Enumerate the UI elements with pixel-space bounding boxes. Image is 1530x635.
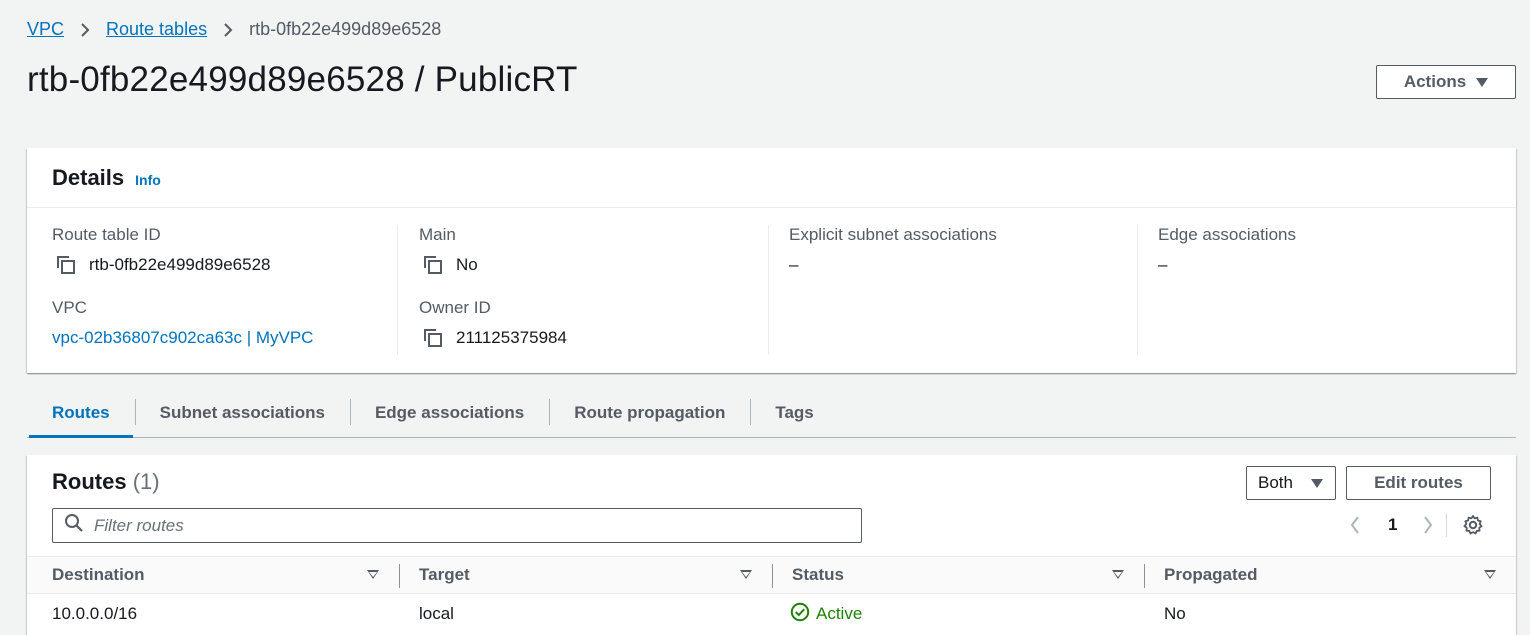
details-columns: Route table ID rtb-0fb22e499d89e6528 VPC…	[27, 208, 1516, 355]
tab-subnet-associations[interactable]: Subnet associations	[134, 392, 350, 436]
tab-route-propagation[interactable]: Route propagation	[549, 392, 750, 436]
pagination-divider	[1446, 513, 1448, 537]
column-target-label: Target	[419, 565, 470, 584]
main-value-text: No	[456, 255, 478, 274]
column-header-target[interactable]: Target	[399, 557, 772, 593]
page-title: rtb-0fb22e499d89e6528 / PublicRT	[27, 60, 578, 99]
route-type-select[interactable]: Both	[1246, 466, 1336, 500]
search-icon	[64, 513, 84, 538]
owner-id-value: 211125375984	[419, 326, 768, 350]
sort-icon	[1112, 570, 1124, 579]
routes-title: Routes (1)	[52, 469, 160, 495]
chevron-left-icon[interactable]	[1347, 513, 1363, 537]
routes-count: (1)	[132, 469, 160, 494]
edge-associations-value: –	[1158, 255, 1168, 274]
details-column-4: Edge associations –	[1137, 225, 1507, 355]
actions-button[interactable]: Actions	[1376, 65, 1516, 99]
details-column-3: Explicit subnet associations –	[768, 225, 1137, 355]
sort-icon	[1484, 570, 1496, 579]
owner-id-text: 211125375984	[456, 328, 567, 347]
caret-down-icon	[1476, 77, 1489, 87]
status-success-icon	[790, 602, 810, 627]
tab-routes[interactable]: Routes	[27, 392, 135, 438]
route-type-select-value: Both	[1258, 473, 1293, 492]
cell-destination: 10.0.0.0/16	[52, 604, 138, 623]
route-table-id-label: Route table ID	[52, 225, 161, 244]
routes-panel: Routes (1) Both Edit routes 1 D	[27, 455, 1516, 635]
vpc-label: VPC	[52, 298, 87, 317]
route-table-id-value: rtb-0fb22e499d89e6528	[52, 253, 397, 277]
copy-icon[interactable]	[422, 327, 444, 349]
tabs: Routes Subnet associations Edge associat…	[27, 392, 1516, 438]
explicit-subnet-value: –	[789, 255, 799, 274]
page-number[interactable]: 1	[1388, 515, 1397, 535]
copy-icon[interactable]	[422, 254, 444, 276]
info-link[interactable]: Info	[135, 172, 161, 188]
column-status-label: Status	[792, 565, 844, 584]
breadcrumb-vpc-link[interactable]: VPC	[27, 19, 64, 40]
sort-icon	[367, 570, 379, 579]
details-header: Details Info	[27, 148, 1516, 208]
tab-tags[interactable]: Tags	[750, 392, 838, 436]
breadcrumb-route-tables-link[interactable]: Route tables	[106, 19, 207, 40]
copy-icon[interactable]	[55, 254, 77, 276]
filter-routes-input[interactable]	[94, 515, 794, 536]
cell-status: Active	[772, 602, 1144, 627]
details-panel: Details Info Route table ID rtb-0fb22e49…	[27, 148, 1516, 373]
cell-propagated: No	[1164, 604, 1186, 623]
column-header-propagated[interactable]: Propagated	[1144, 557, 1516, 593]
chevron-right-icon	[223, 22, 233, 37]
routes-table-header: Destination Target Status Propagated	[27, 556, 1516, 594]
column-propagated-label: Propagated	[1164, 565, 1258, 584]
status-text: Active	[816, 604, 863, 623]
sort-icon	[740, 570, 752, 579]
breadcrumb: VPC Route tables rtb-0fb22e499d89e6528	[27, 19, 441, 40]
route-table-id-text: rtb-0fb22e499d89e6528	[89, 255, 271, 274]
owner-id-label: Owner ID	[419, 298, 491, 317]
chevron-right-icon	[80, 22, 90, 37]
edit-routes-label: Edit routes	[1374, 473, 1463, 492]
details-column-1: Route table ID rtb-0fb22e499d89e6528 VPC…	[27, 225, 397, 355]
table-row: 10.0.0.0/16 local Active No	[27, 594, 1516, 634]
settings-gear-icon[interactable]	[1462, 514, 1484, 536]
details-title: Details	[52, 164, 125, 190]
column-header-status[interactable]: Status	[772, 557, 1144, 593]
routes-title-text: Routes	[52, 469, 127, 494]
main-label: Main	[419, 225, 456, 244]
caret-down-icon	[1310, 478, 1323, 488]
main-value: No	[419, 253, 768, 277]
filter-routes-field[interactable]	[52, 508, 862, 543]
edge-associations-label: Edge associations	[1158, 225, 1296, 244]
pagination: 1	[1347, 513, 1484, 537]
vpc-link[interactable]: vpc-02b36807c902ca63c | MyVPC	[52, 326, 397, 350]
edit-routes-button[interactable]: Edit routes	[1346, 466, 1491, 500]
actions-button-label: Actions	[1403, 72, 1467, 91]
details-column-2: Main No Owner ID 211125375984	[397, 225, 768, 355]
column-header-destination[interactable]: Destination	[27, 557, 399, 593]
breadcrumb-current: rtb-0fb22e499d89e6528	[249, 19, 442, 39]
column-destination-label: Destination	[52, 565, 145, 584]
chevron-right-icon[interactable]	[1420, 513, 1436, 537]
explicit-subnet-label: Explicit subnet associations	[789, 225, 997, 244]
tab-edge-associations[interactable]: Edge associations	[349, 392, 549, 436]
cell-target: local	[419, 604, 454, 623]
